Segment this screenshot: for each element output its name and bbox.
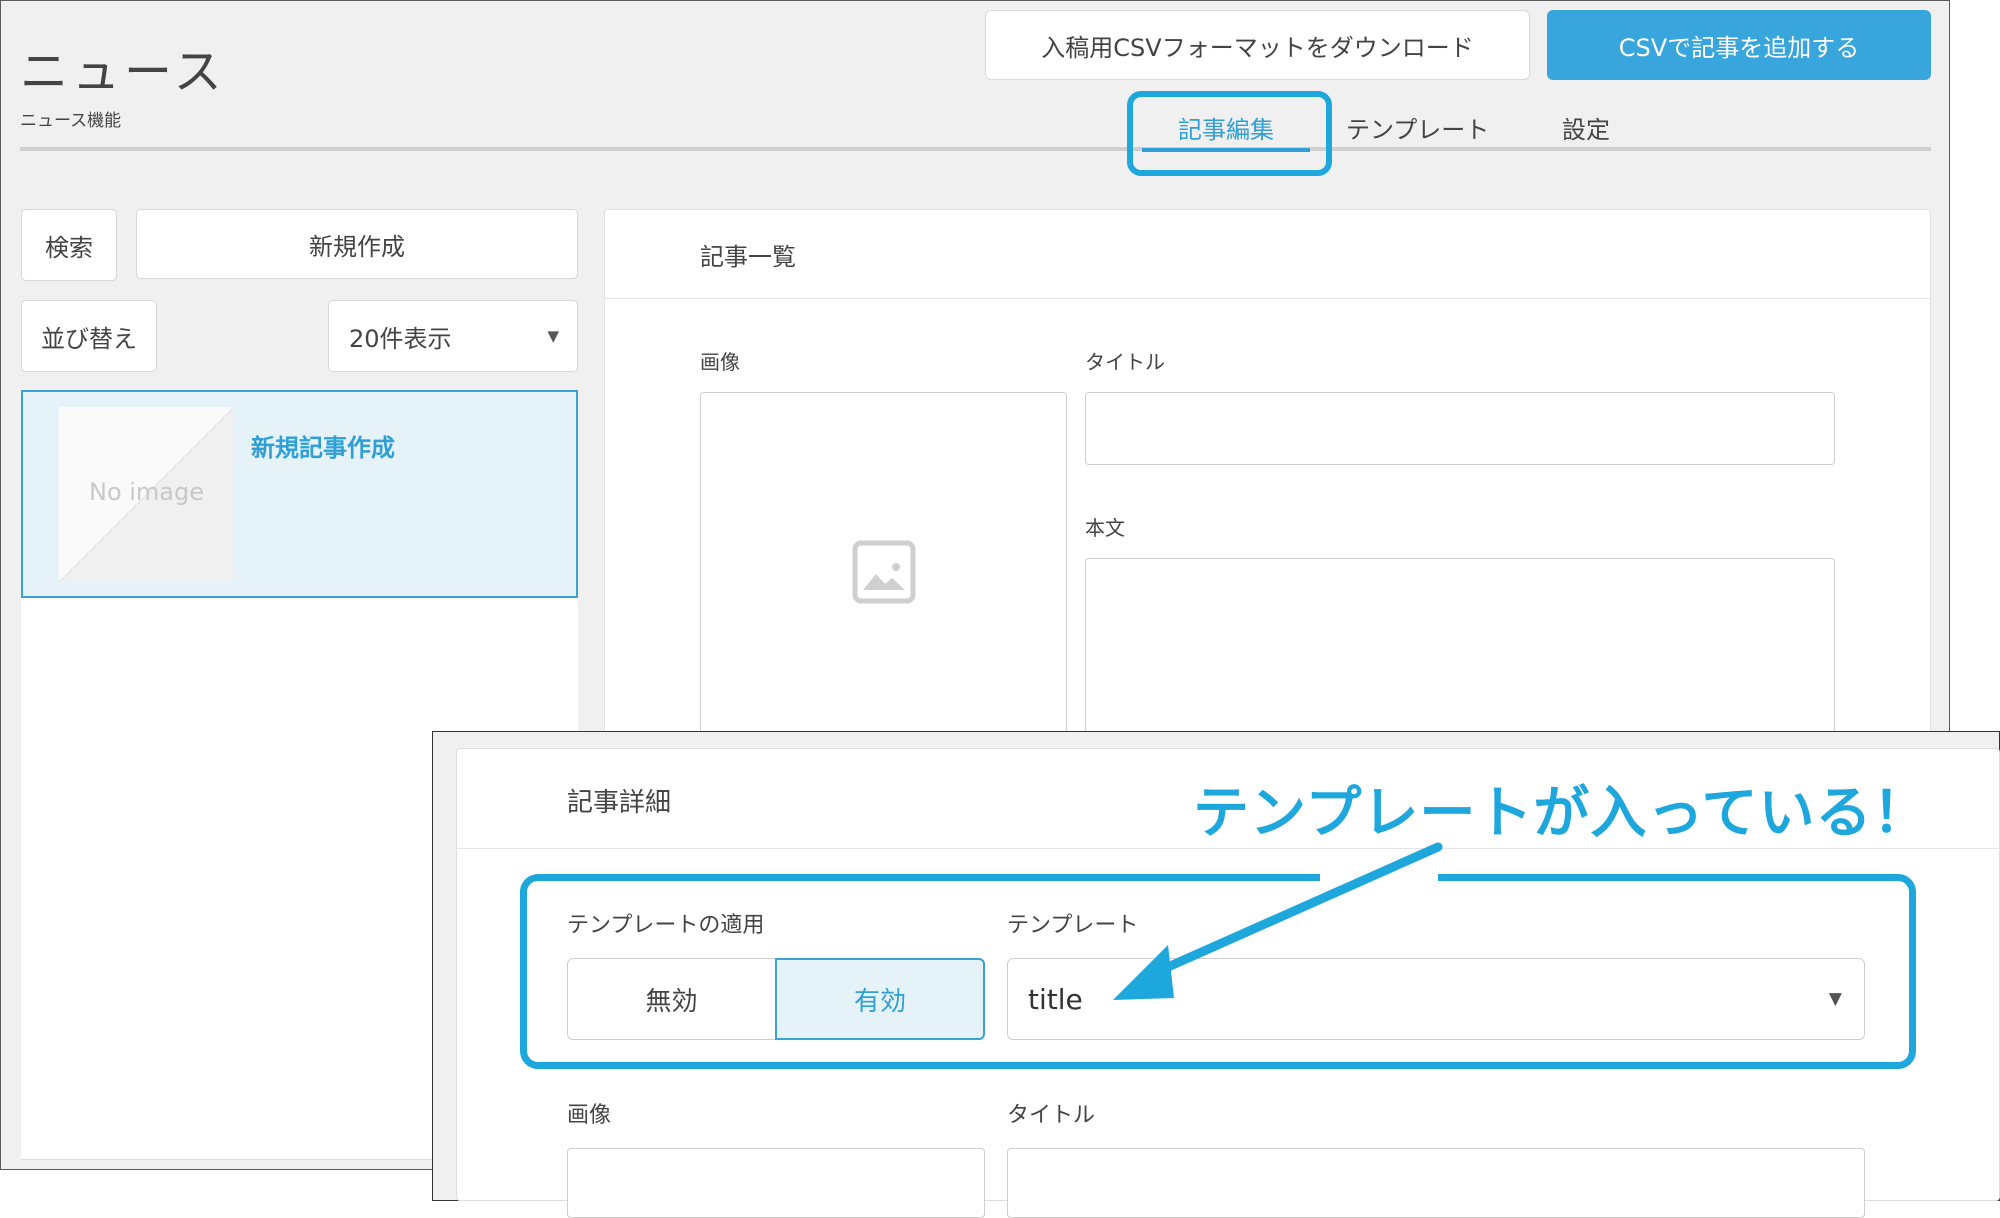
- tab-highlight-box: [1127, 91, 1332, 176]
- annotation-text: テンプレートが入っている！: [1193, 781, 1930, 846]
- detail-image-input[interactable]: [567, 1148, 985, 1218]
- template-apply-label: テンプレートの適用: [567, 913, 765, 938]
- template-label: テンプレート: [1007, 913, 1139, 938]
- page-title: ニュース: [20, 44, 226, 100]
- toggle-disabled-button[interactable]: 無効: [567, 958, 776, 1040]
- per-page-value: 20件表示: [349, 324, 452, 353]
- article-panel-title: 記事一覧: [700, 243, 796, 271]
- title-textarea[interactable]: [1085, 392, 1835, 465]
- header-divider: [20, 147, 1931, 151]
- search-button[interactable]: 検索: [21, 209, 117, 281]
- title-label: タイトル: [1085, 350, 1165, 374]
- image-icon: [852, 540, 916, 604]
- body-label: 本文: [1085, 516, 1125, 540]
- template-select-value: title: [1028, 982, 1083, 1016]
- detail-panel-title: 記事詳細: [567, 788, 672, 818]
- body-textarea[interactable]: [1085, 558, 1835, 758]
- sort-button[interactable]: 並び替え: [21, 300, 157, 372]
- list-item-title[interactable]: 新規記事作成: [251, 428, 395, 463]
- template-select[interactable]: title ▼: [1007, 958, 1865, 1040]
- no-image-label: No image: [88, 478, 205, 506]
- page-subtitle: ニュース機能: [20, 111, 122, 131]
- tab-settings[interactable]: 設定: [1562, 110, 1610, 145]
- caret-down-icon: ▼: [1828, 989, 1842, 1009]
- caret-down-icon: ▼: [547, 327, 559, 345]
- detail-title-input[interactable]: [1007, 1148, 1865, 1218]
- panel-divider: [604, 298, 1931, 299]
- toggle-enabled-button[interactable]: 有効: [775, 958, 985, 1040]
- new-create-button[interactable]: 新規作成: [136, 209, 578, 279]
- csv-format-download-button[interactable]: 入稿用CSVフォーマットをダウンロード: [985, 10, 1530, 80]
- image-label: 画像: [700, 350, 740, 374]
- detail-title-label: タイトル: [1007, 1103, 1096, 1128]
- detail-image-label: 画像: [567, 1103, 612, 1128]
- tab-template[interactable]: テンプレート: [1346, 110, 1489, 145]
- per-page-select[interactable]: 20件表示 ▼: [328, 300, 578, 372]
- csv-add-article-button[interactable]: CSVで記事を追加する: [1547, 10, 1931, 80]
- highlight-box-gap: [1320, 870, 1438, 884]
